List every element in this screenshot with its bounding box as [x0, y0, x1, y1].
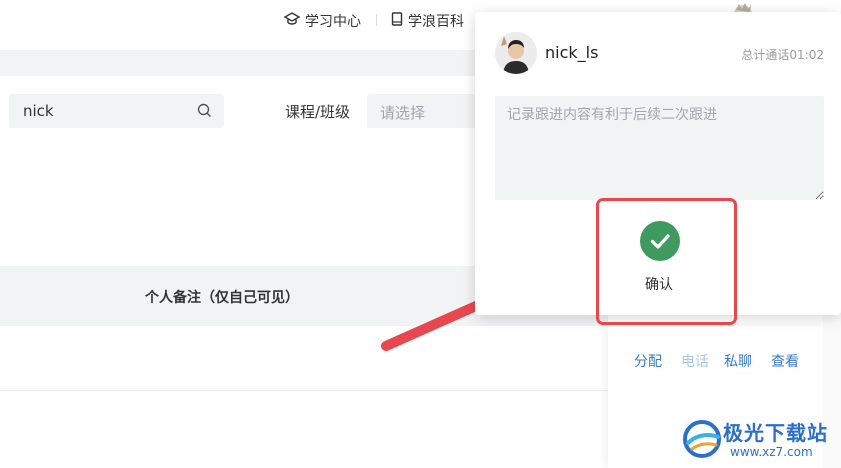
search-value: nick — [23, 102, 54, 120]
private-chat-link[interactable]: 私聊 — [724, 351, 752, 371]
nav-study-center[interactable]: 学习中心 — [283, 11, 361, 31]
assign-link[interactable]: 分配 — [634, 351, 662, 371]
search-input[interactable]: nick — [9, 94, 224, 128]
course-class-select-placeholder: 请选择 — [380, 104, 426, 122]
book-icon — [391, 12, 403, 30]
course-class-filter-label: 课程/班级 — [285, 103, 351, 121]
row-divider — [0, 390, 608, 391]
nav-wiki-label: 学浪百科 — [408, 14, 464, 30]
view-link[interactable]: 查看 — [771, 351, 799, 371]
call-duration: 总计通话01:02 — [741, 48, 824, 62]
followup-note-textarea[interactable] — [495, 96, 824, 200]
aurora-logo-icon — [683, 420, 721, 458]
page-header-band — [0, 50, 480, 76]
call-link[interactable]: 电话 — [681, 351, 709, 371]
red-highlight-box — [596, 198, 737, 325]
site-watermark: 极光下载站 www.xz7.com — [680, 415, 838, 465]
nav-study-center-label: 学习中心 — [305, 14, 361, 30]
user-avatar — [495, 32, 537, 74]
username: nick_ls — [545, 43, 599, 62]
graduation-cap-icon — [283, 12, 301, 30]
watermark-url: www.xz7.com — [730, 445, 813, 459]
nav-divider — [376, 14, 377, 26]
course-class-select[interactable]: 请选择 — [367, 94, 480, 128]
nav-wiki[interactable]: 学浪百科 — [391, 11, 464, 31]
column-header-personal-note: 个人备注（仅自己可见） — [145, 290, 299, 306]
watermark-brand: 极光下载站 — [723, 421, 828, 445]
search-icon[interactable] — [197, 103, 212, 122]
